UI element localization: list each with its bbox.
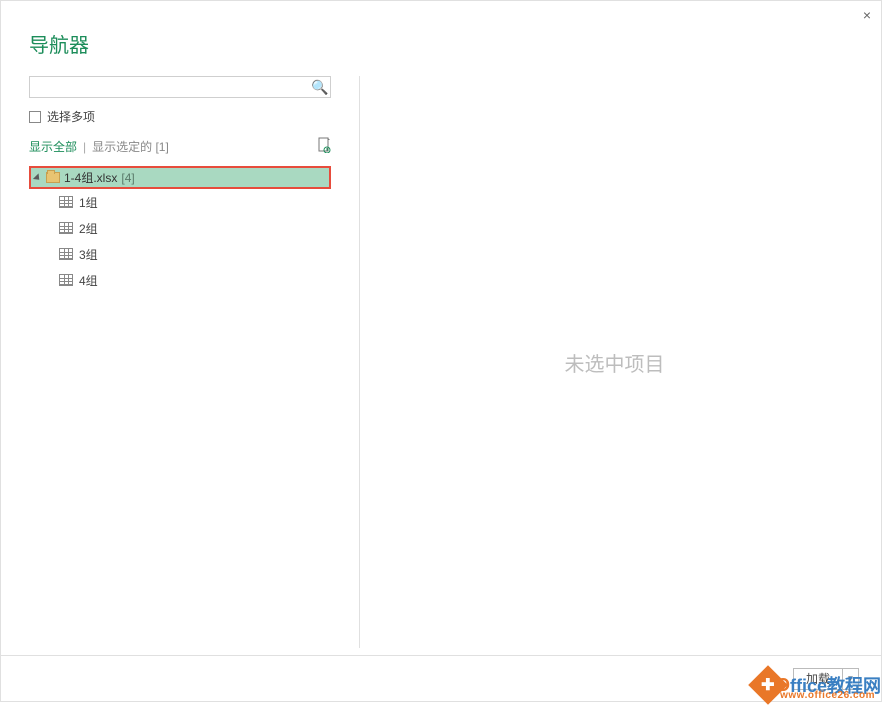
tree-item[interactable]: 3组 bbox=[29, 241, 331, 267]
preview-empty-text: 未选中项目 bbox=[565, 348, 665, 377]
worksheet-icon bbox=[59, 196, 73, 208]
dialog-footer: 加载 ▼ bbox=[1, 655, 881, 701]
tree-view: 1-4组.xlsx [4] 1组 2组 3组 4组 bbox=[29, 166, 331, 293]
tree-item-label: 2组 bbox=[79, 220, 98, 237]
load-button[interactable]: 加载 bbox=[793, 668, 843, 690]
tree-item-label: 3组 bbox=[79, 246, 98, 263]
worksheet-icon bbox=[59, 274, 73, 286]
root-label: 1-4组.xlsx bbox=[64, 169, 117, 186]
worksheet-icon bbox=[59, 222, 73, 234]
separator: | bbox=[83, 140, 86, 154]
dialog-title: 导航器 bbox=[1, 1, 881, 58]
tree-item[interactable]: 2组 bbox=[29, 215, 331, 241]
preview-pane: 未选中项目 bbox=[359, 76, 869, 648]
folder-icon bbox=[46, 172, 60, 183]
expand-arrow-icon[interactable] bbox=[33, 173, 42, 182]
checkbox-icon[interactable] bbox=[29, 111, 41, 123]
search-bar: 🔍 bbox=[29, 76, 331, 98]
show-selected-link[interactable]: 显示选定的 [1] bbox=[92, 138, 169, 155]
multi-select-row[interactable]: 选择多项 bbox=[29, 108, 341, 125]
search-icon[interactable]: 🔍 bbox=[310, 79, 330, 96]
filter-toolbar: 显示全部 | 显示选定的 [1] bbox=[29, 137, 331, 156]
navigator-dialog: × 导航器 🔍 选择多项 显示全部 | 显示选定的 [1] bbox=[0, 0, 882, 702]
root-count: [4] bbox=[121, 171, 134, 185]
dialog-body: 🔍 选择多项 显示全部 | 显示选定的 [1] 1-4组.xlsx bbox=[1, 58, 881, 648]
multi-select-label: 选择多项 bbox=[47, 108, 95, 125]
load-dropdown-button[interactable]: ▼ bbox=[843, 668, 859, 690]
tree-item[interactable]: 1组 bbox=[29, 189, 331, 215]
tree-item-label: 1组 bbox=[79, 194, 98, 211]
search-input[interactable] bbox=[30, 78, 310, 96]
close-button[interactable]: × bbox=[863, 7, 871, 23]
navigator-pane: 🔍 选择多项 显示全部 | 显示选定的 [1] 1-4组.xlsx bbox=[29, 76, 341, 648]
tree-root-item[interactable]: 1-4组.xlsx [4] bbox=[29, 166, 331, 189]
worksheet-icon bbox=[59, 248, 73, 260]
tree-item[interactable]: 4组 bbox=[29, 267, 331, 293]
show-all-link[interactable]: 显示全部 bbox=[29, 138, 77, 155]
tree-item-label: 4组 bbox=[79, 272, 98, 289]
refresh-icon[interactable] bbox=[317, 137, 331, 156]
